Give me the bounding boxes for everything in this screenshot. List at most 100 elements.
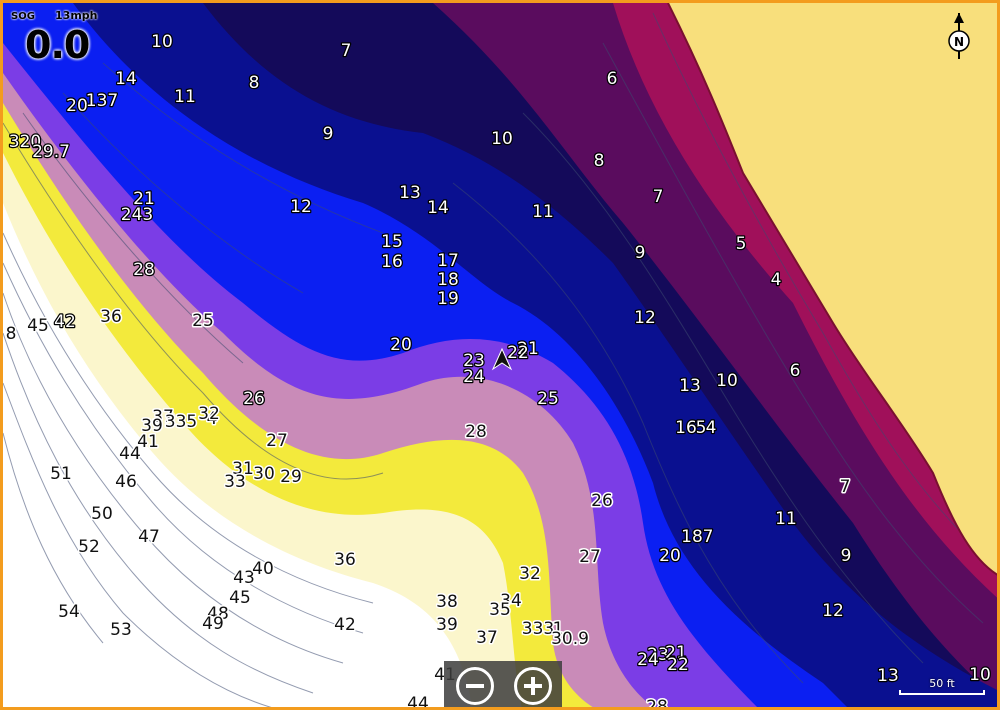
depth-label: 24 [463,367,485,387]
north-arrow[interactable]: N [941,11,977,67]
depth-label: 16 [675,418,697,438]
depth-label: 8 [249,73,260,93]
depth-label: 11 [174,87,196,107]
depth-label: 36 [100,307,122,327]
depth-label: 29 [280,467,302,487]
depth-label: 30.9 [551,629,589,649]
depth-label: 45 [27,316,49,336]
depth-label: 35 [489,600,511,620]
depth-label: 25 [192,311,214,331]
depth-label: 46 [115,472,137,492]
depth-label: 10 [716,371,738,391]
depth-label: 8 [6,324,17,344]
depth-label: 4 [771,270,782,290]
depth-label: 39 [436,615,458,635]
depth-label: 52 [78,537,100,557]
depth-label: 9 [323,124,334,144]
depth-label: 12 [822,601,844,621]
depth-label: 19 [437,289,459,309]
depth-label: 6 [607,69,618,89]
depth-label: 51 [50,464,72,484]
depth-label: 7 [703,527,714,547]
depth-label: 12 [634,308,656,328]
depth-label: 24 [637,650,659,670]
depth-label: 11 [775,509,797,529]
depth-label: 335 [165,412,197,432]
depth-label: 13 [399,183,421,203]
depth-label: 41 [137,432,159,452]
depth-label: 15 [381,232,403,252]
depth-label: 27 [266,431,288,451]
depth-label: 20 [66,96,88,116]
depth-label: 20 [659,546,681,566]
depth-label: 28 [133,260,155,280]
depth-label: 47 [138,527,160,547]
depth-label: 12 [290,197,312,217]
depth-label: 10 [151,32,173,52]
depth-label: 54 [58,602,80,622]
depth-label: 50 [91,504,113,524]
depth-label: 13 [679,376,701,396]
depth-label: 22 [667,655,689,675]
depth-label: 40 [252,559,274,579]
depth-label: 20 [390,335,412,355]
depth-label: 49 [202,614,224,634]
depth-label: 137 [86,91,118,111]
scale-line [899,690,985,695]
depth-label: 29.7 [32,142,70,162]
depth-label: 5 [736,234,747,254]
sog-panel[interactable]: SOG 13mph 0.0 [9,7,129,67]
depth-label: 22 [507,343,529,363]
depth-label: 30 [253,464,275,484]
depth-label: 18 [437,270,459,290]
sog-value: 0.0 [25,23,90,67]
depth-label: 13 [877,666,899,686]
depth-label: 32 [519,564,541,584]
depth-label: 18 [681,527,703,547]
depth-label: 243 [121,205,153,225]
zoom-controls [444,661,562,707]
depth-label: 11 [532,202,554,222]
depth-label: 17 [437,251,459,271]
depth-label: 14 [427,198,449,218]
depth-label: 333 [522,619,554,639]
depth-label: 27 [579,547,601,567]
depth-label: 32 [198,404,220,424]
depth-label: 9 [635,243,646,263]
depth-label: 28 [465,422,487,442]
chart-frame: 10 7 6 14 11 8 20 137 9 10 8 320 29.7 7 13 14 11 12 21 243 5… [0,0,1000,710]
zoom-in-button[interactable] [514,667,552,705]
depth-label: 28 [646,697,668,710]
depth-label: 14 [115,69,137,89]
sog-label: SOG [11,11,35,22]
scale-label: 50 ft [929,677,955,690]
depth-label: 44 [407,694,429,710]
north-label: N [954,35,964,49]
depth-label: 26 [243,389,265,409]
depth-label: 9 [841,546,852,566]
sog-unit: 13mph [55,9,97,22]
depth-label: 6 [790,361,801,381]
depth-label: 25 [537,389,559,409]
depth-label: 42 [54,312,76,332]
depth-label: 7 [840,477,851,497]
depth-label: 33 [224,472,246,492]
depth-label: 42 [334,615,356,635]
scale-bar: 50 ft [899,677,985,697]
depth-label: 16 [381,252,403,272]
depth-label: 53 [110,620,132,640]
depth-label: 37 [476,628,498,648]
depth-label: 7 [341,41,352,61]
depth-label: 10 [491,129,513,149]
sog-unit-text: mph [70,9,98,22]
north-arrow-icon: N [948,13,970,59]
depth-label: 38 [436,592,458,612]
depth-label: 45 [229,588,251,608]
depth-label: 26 [591,491,613,511]
zoom-out-button[interactable] [456,667,494,705]
depth-map[interactable]: 10 7614118201379 10832029.771314 1112212435… [3,3,1000,710]
sog-speed-readout: 13 [55,9,71,22]
depth-label: 7 [653,187,664,207]
depth-label: 4 [706,418,717,438]
depth-label: 36 [334,550,356,570]
